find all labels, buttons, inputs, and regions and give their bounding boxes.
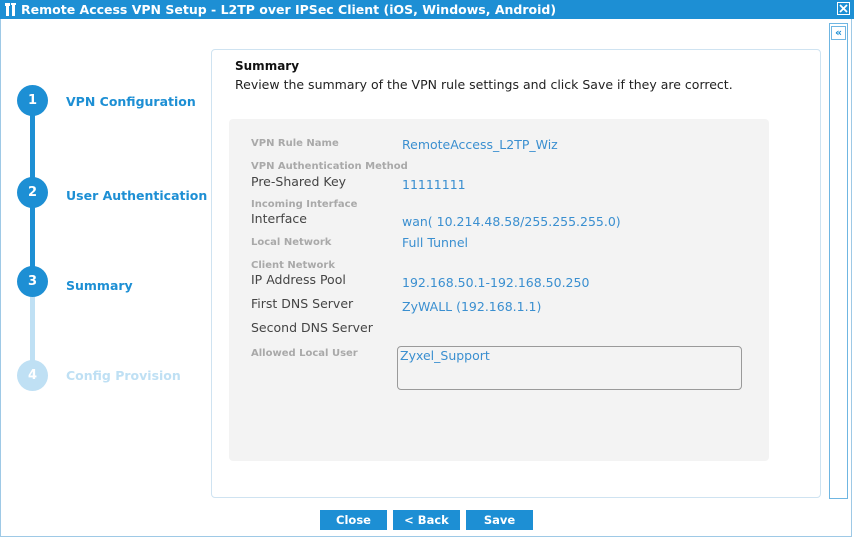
step-3-label: Summary [66,278,133,293]
tools-icon [5,3,16,16]
ip-address-pool-label: IP Address Pool [251,272,346,287]
allowed-local-user-value: Zyxel_Support [400,348,490,363]
back-button[interactable]: < Back [393,510,460,530]
collapse-sidebar: « [829,23,848,499]
local-network-label: Local Network [251,237,332,248]
first-dns-label: First DNS Server [251,296,354,311]
vpn-rule-name-label: VPN Rule Name [251,138,339,149]
step-4-circle: 4 [17,360,48,391]
step-3-circle: 3 [17,266,48,297]
panel-title: Summary [235,59,300,73]
client-network-group-label: Client Network [251,260,335,271]
window-title: Remote Access VPN Setup - L2TP over IPSe… [21,2,557,17]
save-button[interactable]: Save [466,510,533,530]
allowed-local-user-list[interactable]: Zyxel_Support [397,346,742,390]
auth-method-group-label: VPN Authentication Method [251,161,408,172]
first-dns-value: ZyWALL (192.168.1.1) [402,299,542,314]
incoming-interface-group-label: Incoming Interface [251,199,358,210]
collapse-button[interactable]: « [831,26,846,40]
second-dns-label: Second DNS Server [251,320,373,335]
step-1-label[interactable]: VPN Configuration [66,94,196,109]
close-button[interactable]: Close [320,510,387,530]
step-1-circle: 1 [17,85,48,116]
step-2-circle: 2 [17,177,48,208]
interface-label: Interface [251,211,307,226]
allowed-local-user-label: Allowed Local User [251,348,358,359]
ip-address-pool-value: 192.168.50.1-192.168.50.250 [402,275,590,290]
interface-value: wan( 10.214.48.58/255.255.255.0) [402,214,621,229]
local-network-value: Full Tunnel [402,235,469,250]
step-4-label: Config Provision [66,368,181,383]
panel-description: Review the summary of the VPN rule setti… [235,77,733,92]
close-icon [839,4,848,13]
pre-shared-key-label: Pre-Shared Key [251,174,347,189]
window-close-button[interactable] [837,2,850,15]
step-2-label[interactable]: User Authentication [66,188,207,203]
vpn-rule-name-value: RemoteAccess_L2TP_Wiz [402,137,558,152]
title-bar: Remote Access VPN Setup - L2TP over IPSe… [0,0,854,19]
pre-shared-key-value: 11111111 [402,177,466,192]
